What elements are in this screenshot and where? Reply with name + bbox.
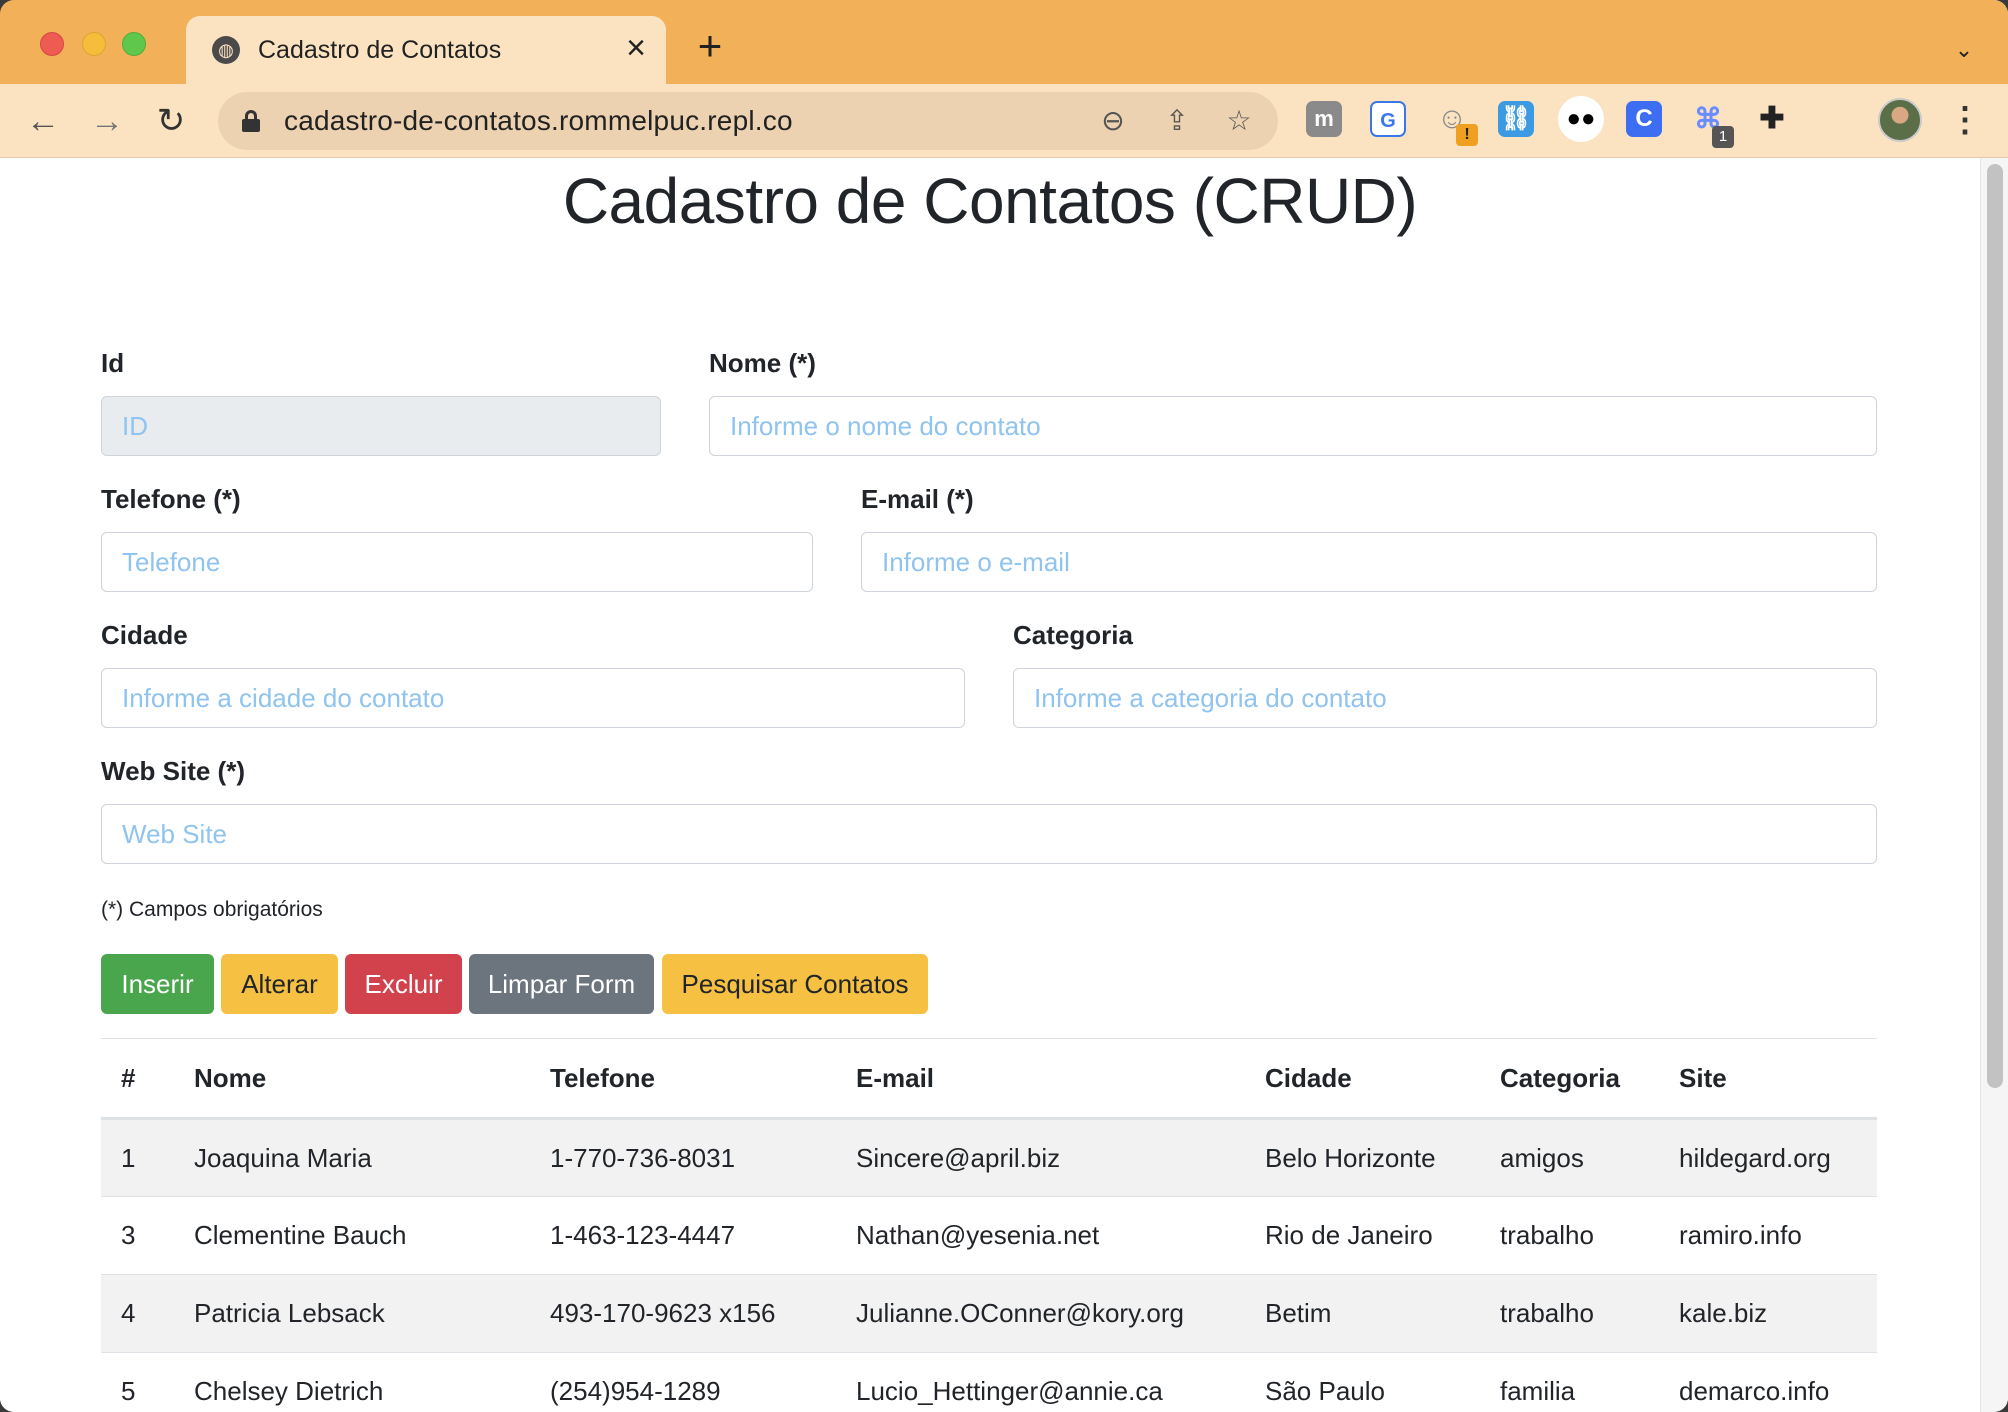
globe-icon: ◍ bbox=[212, 36, 240, 64]
column-header-nome: Nome bbox=[194, 1038, 550, 1120]
share-icon[interactable]: ⇪ bbox=[1160, 104, 1194, 138]
required-fields-note: (*) Campos obrigatórios bbox=[101, 898, 323, 921]
categoria-field[interactable] bbox=[1013, 668, 1877, 728]
cell-nome: Clementine Bauch bbox=[194, 1196, 550, 1275]
cell-categoria: amigos bbox=[1500, 1118, 1679, 1197]
url-text[interactable]: cadastro-de-contatos.rommelpuc.repl.co bbox=[284, 105, 793, 137]
scrollbar-thumb[interactable] bbox=[1987, 164, 2003, 1088]
table-row[interactable]: 5 Chelsey Dietrich (254)954-1289 Lucio_H… bbox=[101, 1352, 1877, 1412]
column-header-cidade: Cidade bbox=[1265, 1038, 1500, 1120]
google-translate-extension-icon[interactable]: G bbox=[1370, 101, 1406, 137]
clear-form-button[interactable]: Limpar Form bbox=[469, 954, 654, 1014]
minimize-window-button[interactable] bbox=[82, 32, 106, 56]
cell-categoria: trabalho bbox=[1500, 1274, 1679, 1353]
column-header-telefone: Telefone bbox=[550, 1038, 856, 1120]
cell-nome: Patricia Lebsack bbox=[194, 1274, 550, 1353]
column-header-email: E-mail bbox=[856, 1038, 1265, 1120]
cell-site: ramiro.info bbox=[1679, 1196, 1877, 1275]
more-menu-icon[interactable]: ⋮ bbox=[1948, 98, 1982, 142]
table-row[interactable]: 1 Joaquina Maria 1-770-736-8031 Sincere@… bbox=[101, 1118, 1877, 1197]
cell-telefone: 493-170-9623 x156 bbox=[550, 1274, 856, 1353]
chevron-down-icon[interactable]: ⌄ bbox=[1946, 32, 1982, 68]
cell-id: 1 bbox=[101, 1118, 194, 1197]
id-label: Id bbox=[101, 348, 125, 378]
cell-nome: Chelsey Dietrich bbox=[194, 1352, 550, 1412]
tab-strip: ◍ Cadastro de Contatos × + ⌄ bbox=[0, 0, 2008, 84]
column-header-number: # bbox=[101, 1038, 194, 1120]
new-tab-icon[interactable]: + bbox=[690, 25, 730, 67]
website-label: Web Site (*) bbox=[101, 756, 245, 786]
cell-telefone: (254)954-1289 bbox=[550, 1352, 856, 1412]
cell-cidade: São Paulo bbox=[1265, 1352, 1500, 1412]
table-row[interactable]: 4 Patricia Lebsack 493-170-9623 x156 Jul… bbox=[101, 1274, 1877, 1353]
website-field[interactable] bbox=[101, 804, 1877, 864]
cell-site: kale.biz bbox=[1679, 1274, 1877, 1353]
cell-telefone: 1-770-736-8031 bbox=[550, 1118, 856, 1197]
cell-id: 5 bbox=[101, 1352, 194, 1412]
vertical-scrollbar[interactable] bbox=[1980, 158, 2008, 1412]
address-bar[interactable]: cadastro-de-contatos.rommelpuc.repl.co ⊖… bbox=[218, 92, 1278, 150]
alter-button[interactable]: Alterar bbox=[221, 954, 338, 1014]
reload-icon[interactable]: ↻ bbox=[148, 98, 194, 144]
email-label: E-mail (*) bbox=[861, 484, 974, 514]
delete-button[interactable]: Excluir bbox=[345, 954, 462, 1014]
cell-cidade: Betim bbox=[1265, 1274, 1500, 1353]
search-contacts-button[interactable]: Pesquisar Contatos bbox=[662, 954, 928, 1014]
cell-email: Julianne.OConner@kory.org bbox=[856, 1274, 1265, 1353]
email-field[interactable] bbox=[861, 532, 1877, 592]
cell-nome: Joaquina Maria bbox=[194, 1118, 550, 1197]
cell-id: 3 bbox=[101, 1196, 194, 1275]
cell-telefone: 1-463-123-4447 bbox=[550, 1196, 856, 1275]
nome-label: Nome (*) bbox=[709, 348, 816, 378]
ghostery-badge: ! bbox=[1456, 124, 1478, 146]
extensions-puzzle-icon[interactable]: ✚ bbox=[1754, 101, 1790, 137]
bookmark-star-icon[interactable]: ☆ bbox=[1222, 104, 1256, 138]
command-extension-badge: 1 bbox=[1712, 126, 1734, 148]
cell-site: hildegard.org bbox=[1679, 1118, 1877, 1197]
cidade-label: Cidade bbox=[101, 620, 188, 650]
zoom-out-icon[interactable]: ⊖ bbox=[1096, 104, 1130, 138]
categoria-label: Categoria bbox=[1013, 620, 1133, 650]
cell-cidade: Rio de Janeiro bbox=[1265, 1196, 1500, 1275]
tab-title: Cadastro de Contatos bbox=[258, 36, 502, 64]
browser-window: ◍ Cadastro de Contatos × + ⌄ ← → ↻ cadas… bbox=[0, 0, 2008, 1412]
lock-icon[interactable] bbox=[242, 110, 260, 132]
id-field[interactable] bbox=[101, 396, 661, 456]
cidade-field[interactable] bbox=[101, 668, 965, 728]
cell-categoria: familia bbox=[1500, 1352, 1679, 1412]
table-row[interactable]: 3 Clementine Bauch 1-463-123-4447 Nathan… bbox=[101, 1196, 1877, 1275]
profile-avatar[interactable] bbox=[1878, 98, 1922, 142]
tab-cadastro-de-contatos[interactable]: ◍ Cadastro de Contatos × bbox=[186, 16, 666, 84]
nome-field[interactable] bbox=[709, 396, 1877, 456]
cell-id: 4 bbox=[101, 1274, 194, 1353]
close-window-button[interactable] bbox=[40, 32, 64, 56]
mastodon-extension-icon[interactable]: m bbox=[1306, 101, 1342, 137]
maximize-window-button[interactable] bbox=[122, 32, 146, 56]
table-header-row: # Nome Telefone E-mail Cidade Categoria … bbox=[101, 1038, 1877, 1120]
column-header-site: Site bbox=[1679, 1038, 1877, 1120]
telefone-label: Telefone (*) bbox=[101, 484, 241, 514]
close-tab-icon[interactable]: × bbox=[618, 30, 654, 66]
tampermonkey-extension-icon[interactable]: ●● bbox=[1558, 96, 1604, 142]
contacts-table: # Nome Telefone E-mail Cidade Categoria … bbox=[101, 1038, 1877, 1412]
telefone-field[interactable] bbox=[101, 532, 813, 592]
cell-email: Lucio_Hettinger@annie.ca bbox=[856, 1352, 1265, 1412]
back-arrow-icon[interactable]: ← bbox=[20, 98, 66, 144]
cell-site: demarco.info bbox=[1679, 1352, 1877, 1412]
cell-categoria: trabalho bbox=[1500, 1196, 1679, 1275]
forward-arrow-icon[interactable]: → bbox=[84, 98, 130, 144]
link-extension-icon[interactable]: ⛓ bbox=[1498, 101, 1534, 137]
insert-button[interactable]: Inserir bbox=[101, 954, 214, 1014]
page-content: Cadastro de Contatos (CRUD) Id Nome (*) … bbox=[0, 158, 1980, 1412]
page-title: Cadastro de Contatos (CRUD) bbox=[562, 165, 1418, 237]
cell-email: Nathan@yesenia.net bbox=[856, 1196, 1265, 1275]
cell-cidade: Belo Horizonte bbox=[1265, 1118, 1500, 1197]
c-extension-icon[interactable]: C bbox=[1626, 101, 1662, 137]
cell-email: Sincere@april.biz bbox=[856, 1118, 1265, 1197]
column-header-categoria: Categoria bbox=[1500, 1038, 1679, 1120]
